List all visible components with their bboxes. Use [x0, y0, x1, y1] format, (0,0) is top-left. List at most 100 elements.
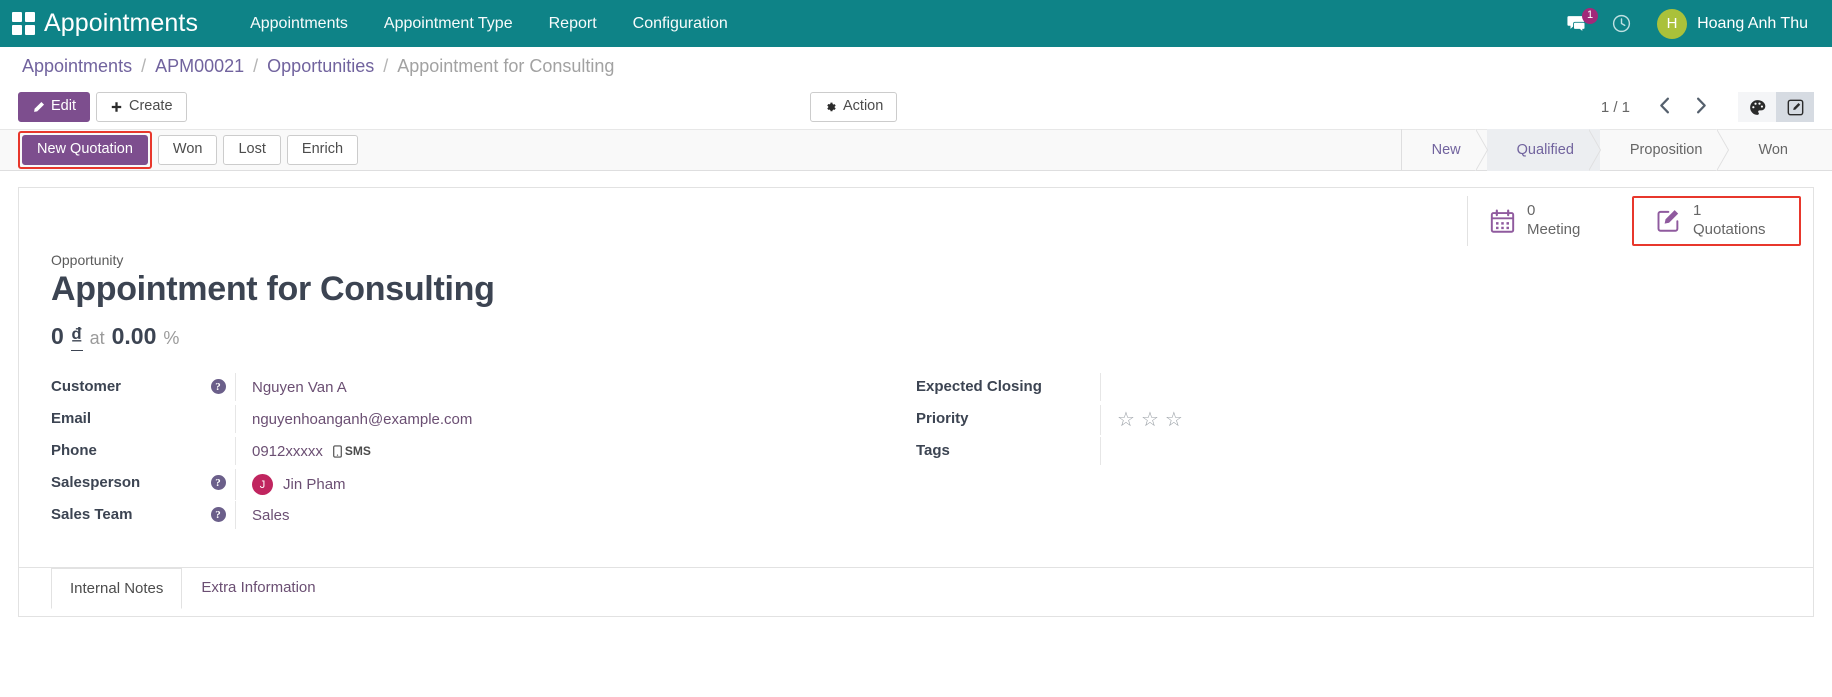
- new-quotation-highlight: New Quotation: [18, 131, 152, 169]
- field-phone-value-wrap: 0912xxxxx SMS: [235, 437, 916, 466]
- edit-button-label: Edit: [51, 98, 76, 115]
- view-form-button[interactable]: [1776, 92, 1814, 122]
- star-outline-icon[interactable]: ☆: [1141, 410, 1159, 430]
- create-button[interactable]: Create: [96, 92, 187, 122]
- star-outline-icon[interactable]: ☆: [1117, 410, 1135, 430]
- smart-button-quotations-text: 1 Quotations: [1693, 202, 1766, 240]
- field-email-help-spacer: [201, 405, 235, 411]
- field-salesperson-help: ?: [201, 469, 235, 491]
- pencil-icon: [34, 101, 45, 112]
- field-sales-team: Sales Team ? Sales: [51, 501, 916, 532]
- field-tags: Tags: [916, 437, 1781, 468]
- send-sms-button[interactable]: SMS: [333, 444, 371, 458]
- field-email-value[interactable]: nguyenhoanganh@example.com: [235, 405, 916, 434]
- field-phone-value[interactable]: 0912xxxxx: [252, 443, 323, 460]
- menu-item-report[interactable]: Report: [531, 2, 615, 46]
- field-priority: Priority ☆ ☆ ☆: [916, 405, 1781, 436]
- main-menu: Appointments Appointment Type Report Con…: [232, 2, 746, 46]
- pager-value: 1 / 1: [1600, 98, 1630, 116]
- breadcrumb-separator: /: [253, 55, 259, 76]
- view-switcher: [1738, 92, 1814, 122]
- probability-value[interactable]: 0.00: [112, 323, 157, 350]
- priority-stars: ☆ ☆ ☆: [1117, 410, 1183, 430]
- field-tags-spacer: [1066, 437, 1100, 443]
- field-customer-value[interactable]: Nguyen Van A: [235, 373, 916, 402]
- field-expected-closing: Expected Closing: [916, 373, 1781, 404]
- form-edit-icon: [1787, 99, 1803, 115]
- statusbar-buttons: New Quotation Won Lost Enrich: [18, 131, 364, 169]
- field-priority-value: ☆ ☆ ☆: [1100, 405, 1781, 436]
- help-icon[interactable]: ?: [210, 507, 226, 523]
- field-salesperson-label: Salesperson: [51, 474, 141, 492]
- menu-item-appointments[interactable]: Appointments: [232, 2, 366, 46]
- smart-button-meeting[interactable]: 0 Meeting: [1467, 196, 1632, 246]
- edit-button[interactable]: Edit: [18, 92, 90, 122]
- user-menu[interactable]: H Hoang Anh Thu: [1643, 5, 1814, 43]
- page-title[interactable]: Appointment for Consulting: [51, 270, 1781, 309]
- apps-grid-icon[interactable]: [10, 11, 36, 37]
- stage-won[interactable]: Won: [1728, 129, 1814, 171]
- help-icon[interactable]: ?: [210, 475, 226, 491]
- tab-internal-notes[interactable]: Internal Notes: [51, 568, 183, 610]
- field-phone-label: Phone: [51, 442, 97, 460]
- field-phone-help-spacer: [201, 437, 235, 443]
- field-tags-value[interactable]: [1100, 437, 1781, 466]
- won-button[interactable]: Won: [157, 135, 218, 165]
- form-sheet-background: 0 Meeting 1 Quotations Opportunity Appoi…: [0, 171, 1832, 617]
- sms-label: SMS: [344, 444, 371, 459]
- field-priority-spacer: [1066, 405, 1100, 411]
- messages-icon[interactable]: 1: [1555, 7, 1600, 39]
- record-subtitle: Opportunity: [51, 252, 124, 268]
- field-sales-team-value[interactable]: Sales: [235, 501, 916, 530]
- lost-button[interactable]: Lost: [223, 135, 281, 165]
- enrich-button[interactable]: Enrich: [286, 135, 359, 165]
- kanban-palette-icon: [1749, 99, 1765, 115]
- pager-next-button[interactable]: [1683, 95, 1720, 120]
- messages-count-badge: 1: [1581, 7, 1599, 24]
- top-navbar: Appointments Appointments Appointment Ty…: [0, 0, 1832, 47]
- quotations-count: 1: [1693, 202, 1702, 219]
- smart-button-quotations[interactable]: 1 Quotations: [1634, 198, 1799, 244]
- stage-pipeline: New Qualified Proposition Won: [1400, 129, 1814, 171]
- smart-button-bar: 0 Meeting 1 Quotations: [19, 188, 1813, 246]
- field-phone: Phone 0912xxxxx SMS: [51, 437, 916, 468]
- form-sheet: 0 Meeting 1 Quotations Opportunity Appoi…: [18, 187, 1814, 617]
- stage-new[interactable]: New: [1402, 129, 1488, 171]
- action-menu-wrap: Action: [810, 92, 898, 122]
- notebook-tabs: Internal Notes Extra Information: [51, 567, 1781, 610]
- help-icon[interactable]: ?: [210, 379, 226, 395]
- app-brand-title[interactable]: Appointments: [44, 9, 198, 38]
- action-button-label: Action: [843, 98, 884, 115]
- menu-item-appointment-type[interactable]: Appointment Type: [366, 2, 531, 46]
- breadcrumb-item-opportunities[interactable]: Opportunities: [267, 56, 374, 77]
- star-outline-icon[interactable]: ☆: [1165, 410, 1183, 430]
- view-kanban-button[interactable]: [1738, 92, 1776, 122]
- action-button[interactable]: Action: [810, 92, 898, 122]
- menu-item-configuration[interactable]: Configuration: [615, 2, 746, 46]
- new-quotation-button[interactable]: New Quotation: [22, 135, 148, 165]
- breadcrumb: Appointments / APM00021 / Opportunities …: [0, 47, 1832, 85]
- percent-symbol: %: [163, 328, 180, 349]
- breadcrumb-item-apm00021[interactable]: APM00021: [155, 56, 244, 77]
- calendar-icon: [1490, 209, 1515, 234]
- expected-revenue-row: 0 ₫ at 0.00 %: [51, 323, 1781, 352]
- tab-extra-information[interactable]: Extra Information: [182, 567, 334, 608]
- stage-proposition[interactable]: Proposition: [1600, 129, 1729, 171]
- field-salesperson-value[interactable]: Jin Pham: [283, 476, 346, 493]
- gear-icon: [827, 102, 836, 111]
- meeting-label: Meeting: [1527, 221, 1581, 238]
- currency-symbol: ₫: [70, 323, 83, 352]
- field-salesperson-value-wrap: J Jin Pham: [235, 469, 916, 501]
- status-bar: New Quotation Won Lost Enrich New Qualif…: [0, 129, 1832, 171]
- field-expected-closing-label: Expected Closing: [916, 378, 1042, 396]
- expected-revenue-value[interactable]: 0: [51, 323, 64, 350]
- field-expected-closing-value[interactable]: [1100, 373, 1781, 402]
- field-sales-team-label: Sales Team: [51, 506, 133, 524]
- pager-previous-button[interactable]: [1646, 95, 1683, 120]
- avatar: H: [1657, 8, 1688, 39]
- stage-qualified[interactable]: Qualified: [1486, 129, 1602, 171]
- smart-button-meeting-text: 0 Meeting: [1527, 202, 1580, 240]
- field-priority-label: Priority: [916, 410, 969, 428]
- clock-icon[interactable]: [1600, 8, 1643, 39]
- breadcrumb-item-appointments[interactable]: Appointments: [22, 56, 132, 77]
